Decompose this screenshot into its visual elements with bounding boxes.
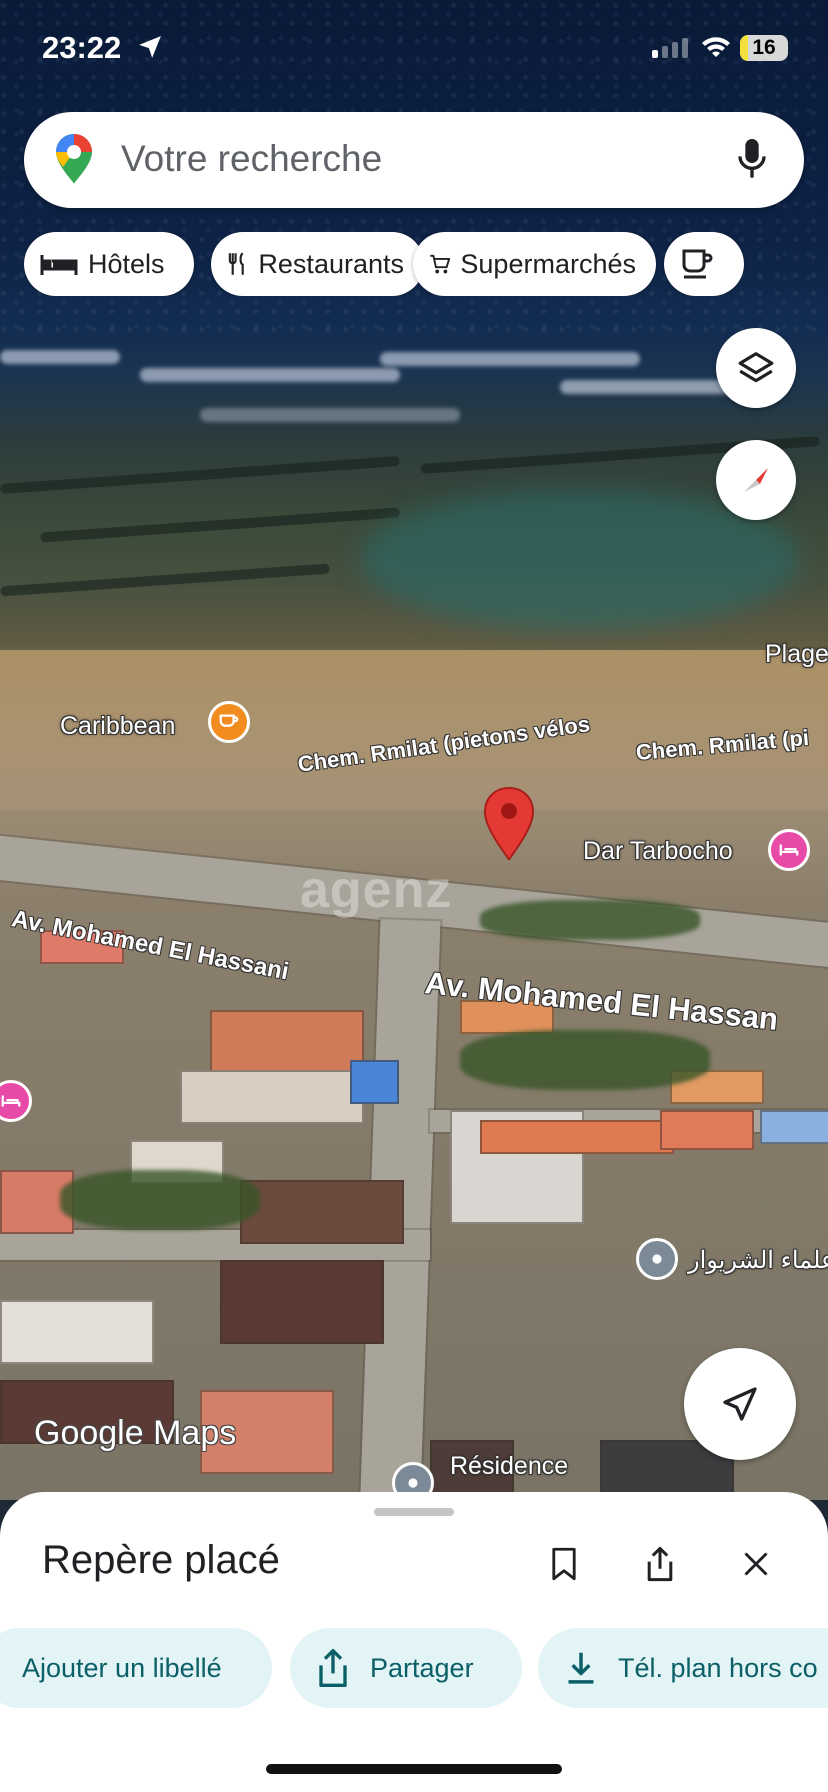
action-label: Partager — [370, 1652, 474, 1683]
battery-level: 16 — [752, 36, 776, 59]
chip-cafes[interactable] — [664, 232, 744, 296]
building — [760, 1110, 828, 1144]
map-label-caribbean[interactable]: Caribbean — [60, 712, 175, 741]
cart-icon — [430, 254, 451, 274]
compass-button[interactable] — [716, 440, 796, 520]
rock — [0, 563, 330, 597]
mic-icon[interactable] — [736, 136, 768, 182]
map-label-plage[interactable]: Plage — [765, 640, 828, 669]
building — [220, 1260, 384, 1344]
navigation-arrow-icon — [723, 1387, 757, 1421]
add-label-button[interactable]: Ajouter un libellé — [0, 1628, 272, 1708]
my-location-button[interactable] — [684, 1348, 796, 1460]
close-icon — [744, 1552, 768, 1576]
wifi-icon — [702, 37, 730, 57]
cellular-signal-icon — [652, 38, 688, 58]
map-label-residence[interactable]: Résidence — [450, 1452, 568, 1481]
compass-icon — [744, 468, 768, 492]
map-label-dar-tarbocho[interactable]: Dar Tarbocho — [583, 837, 733, 866]
map-label-arabic[interactable]: علماء الشريوار — [688, 1246, 828, 1275]
fork-knife-icon — [228, 252, 244, 275]
search-bar[interactable]: Votre recherche — [24, 112, 804, 208]
share-button[interactable] — [638, 1542, 682, 1586]
save-button[interactable] — [542, 1542, 586, 1586]
layers-button[interactable] — [716, 328, 796, 408]
action-label: Tél. plan hors co — [618, 1652, 818, 1683]
bed-icon — [40, 255, 78, 275]
status-bar: 23:22 16 — [0, 0, 828, 100]
building — [660, 1110, 754, 1150]
surf — [200, 408, 460, 422]
battery-icon: 16 — [740, 35, 788, 61]
download-icon — [568, 1652, 594, 1684]
agenz-watermark: agenz — [300, 861, 453, 919]
sheet-title: Repère placé — [42, 1538, 280, 1582]
rock — [0, 456, 400, 494]
building — [210, 1010, 364, 1074]
place-poi-icon[interactable] — [636, 1238, 678, 1280]
location-arrow-icon — [139, 36, 161, 58]
rock — [40, 507, 400, 543]
sheet-drag-handle[interactable] — [374, 1508, 454, 1516]
surf — [0, 350, 120, 364]
cafe-poi-icon[interactable] — [208, 701, 250, 743]
dropped-pin-icon[interactable] — [482, 786, 536, 867]
search-input[interactable]: Votre recherche — [121, 138, 382, 180]
surf — [140, 368, 400, 382]
coffee-icon — [682, 249, 713, 279]
building — [350, 1060, 399, 1104]
chip-supermarches[interactable]: Supermarchés — [413, 232, 656, 296]
chip-restaurants[interactable]: Restaurants — [211, 232, 424, 296]
sheet-actions: Ajouter un libellé Partager Tél. plan ho… — [0, 1628, 828, 1708]
bookmark-icon — [552, 1547, 576, 1581]
surf — [380, 352, 640, 366]
home-indicator — [266, 1764, 562, 1774]
chip-label: Supermarchés — [460, 248, 636, 279]
building — [480, 1120, 674, 1154]
google-maps-logo: Google Maps — [34, 1414, 237, 1452]
greenery — [60, 1170, 260, 1230]
building — [240, 1180, 404, 1244]
share-icon — [319, 1649, 347, 1687]
chip-hotels[interactable]: Hôtels — [24, 232, 194, 296]
greenery — [460, 1030, 710, 1090]
action-label: Ajouter un libellé — [22, 1652, 222, 1683]
share-action-button[interactable]: Partager — [290, 1628, 522, 1708]
google-maps-pin-icon — [56, 134, 92, 184]
building — [0, 1300, 154, 1364]
status-time: 23:22 — [42, 30, 122, 65]
greenery — [480, 900, 700, 940]
hotel-poi-icon[interactable] — [0, 1080, 32, 1122]
download-offline-map-button[interactable]: Tél. plan hors co — [538, 1628, 828, 1708]
share-icon — [647, 1546, 673, 1582]
hotel-poi-icon[interactable] — [768, 829, 810, 871]
satellite-map[interactable]: Plage Caribbean Chem. Rmilat (pietons vé… — [0, 0, 828, 1500]
chip-label: Hôtels — [88, 248, 165, 279]
chip-label: Restaurants — [258, 248, 404, 279]
building — [180, 1070, 364, 1124]
close-button[interactable] — [734, 1542, 778, 1586]
layers-icon — [738, 352, 774, 383]
place-bottom-sheet[interactable]: Repère placé Ajouter un libellé Partager — [0, 1492, 828, 1792]
category-chips: Hôtels Restaurants Supermarchés — [24, 232, 828, 296]
